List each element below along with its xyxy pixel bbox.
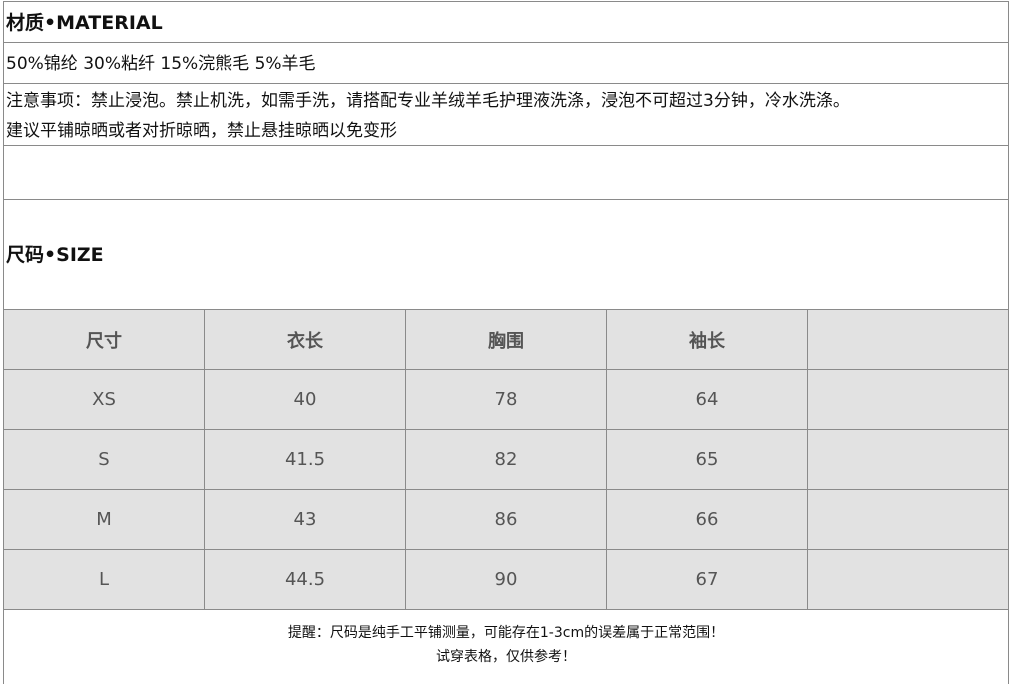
care-line-2: 建议平铺晾晒或者对折晾晒，禁止悬挂晾晒以免变形 <box>6 121 397 141</box>
cell-blank <box>807 429 1009 490</box>
note-line-1: 提醒：尺码是纯手工平铺测量，可能存在1-3cm的误差属于正常范围！ <box>287 625 725 641</box>
cell-length: 43 <box>204 489 406 550</box>
cell-sleeve: 67 <box>606 549 808 610</box>
material-heading: 材质•MATERIAL <box>6 12 163 34</box>
cell-sleeve: 64 <box>606 369 808 430</box>
cell-chest: 90 <box>405 549 607 610</box>
cell-size: L <box>3 549 205 610</box>
product-detail-page: 材质•MATERIAL 50%锦纶 30%粘纤 15%浣熊毛 5%羊毛 注意事项… <box>0 0 1012 684</box>
size-table-header-row: 尺寸 衣长 胸围 袖长 <box>3 309 1009 370</box>
cell-length: 44.5 <box>204 549 406 610</box>
cell-length: 41.5 <box>204 429 406 490</box>
empty-spacer-row <box>3 145 1009 200</box>
size-table: 尺寸 衣长 胸围 袖长 XS 40 78 64 S 41.5 82 65 M 4… <box>3 309 1009 610</box>
cell-sleeve: 65 <box>606 429 808 490</box>
care-instructions: 注意事项：禁止浸泡。禁止机洗，如需手洗，请搭配专业羊绒羊毛护理液洗涤，浸泡不可超… <box>6 86 850 146</box>
composition-row: 50%锦纶 30%粘纤 15%浣熊毛 5%羊毛 <box>3 42 1009 84</box>
table-row: M 43 86 66 <box>3 489 1009 550</box>
measurement-note: 提醒：尺码是纯手工平铺测量，可能存在1-3cm的误差属于正常范围！ 试穿表格，仅… <box>3 602 1009 684</box>
size-heading: 尺码•SIZE <box>6 244 104 266</box>
table-row: S 41.5 82 65 <box>3 429 1009 490</box>
cell-blank <box>807 369 1009 430</box>
size-heading-row: 尺码•SIZE <box>3 199 1009 310</box>
cell-size: S <box>3 429 205 490</box>
table-row: XS 40 78 64 <box>3 369 1009 430</box>
cell-chest: 78 <box>405 369 607 430</box>
care-instructions-row: 注意事项：禁止浸泡。禁止机洗，如需手洗，请搭配专业羊绒羊毛护理液洗涤，浸泡不可超… <box>3 83 1009 146</box>
table-row: L 44.5 90 67 <box>3 549 1009 610</box>
header-size: 尺寸 <box>3 309 205 370</box>
cell-blank <box>807 549 1009 610</box>
header-length: 衣长 <box>204 309 406 370</box>
material-composition: 50%锦纶 30%粘纤 15%浣熊毛 5%羊毛 <box>6 54 316 74</box>
header-blank <box>807 309 1009 370</box>
cell-chest: 86 <box>405 489 607 550</box>
material-heading-row: 材质•MATERIAL <box>3 1 1009 43</box>
cell-chest: 82 <box>405 429 607 490</box>
header-sleeve: 袖长 <box>606 309 808 370</box>
cell-size: XS <box>3 369 205 430</box>
care-line-1: 注意事项：禁止浸泡。禁止机洗，如需手洗，请搭配专业羊绒羊毛护理液洗涤，浸泡不可超… <box>6 91 850 111</box>
cell-size: M <box>3 489 205 550</box>
cell-length: 40 <box>204 369 406 430</box>
note-line-2: 试穿表格，仅供参考！ <box>436 649 576 665</box>
header-chest: 胸围 <box>405 309 607 370</box>
cell-blank <box>807 489 1009 550</box>
cell-sleeve: 66 <box>606 489 808 550</box>
